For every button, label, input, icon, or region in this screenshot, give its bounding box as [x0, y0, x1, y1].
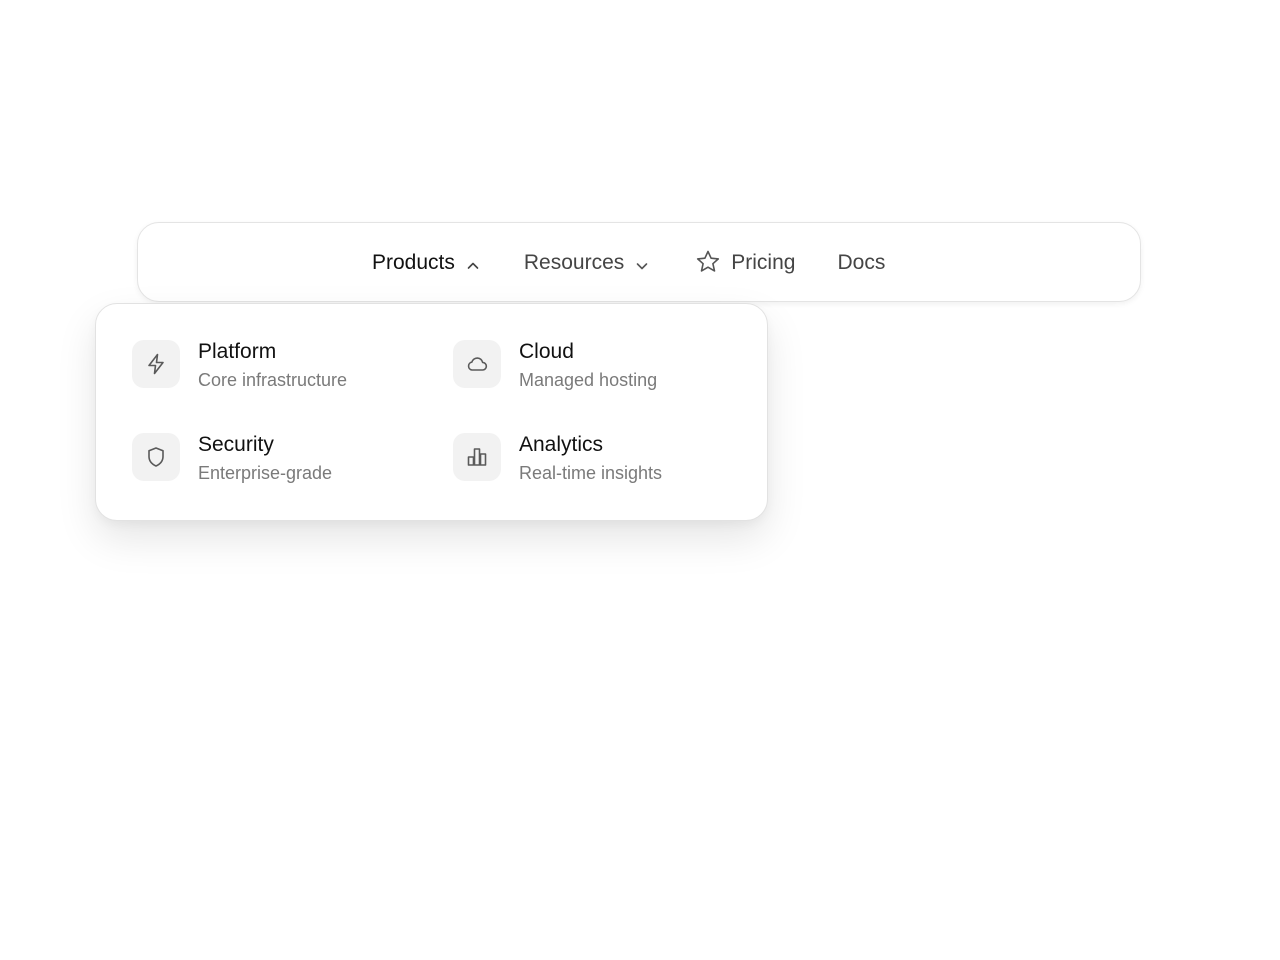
nav-item-label: Docs: [837, 250, 886, 274]
menu-item-cloud[interactable]: Cloud Managed hosting: [453, 340, 657, 391]
nav-item-resources[interactable]: Resources: [524, 252, 649, 273]
menu-item-text: Platform Core infrastructure: [198, 340, 347, 391]
lightning-icon: [132, 340, 180, 388]
menu-item-security[interactable]: Security Enterprise-grade: [132, 433, 332, 484]
menu-item-description: Managed hosting: [519, 370, 658, 390]
menu-item-text: Security Enterprise-grade: [198, 433, 332, 484]
menu-item-title: Security: [198, 433, 274, 456]
nav-items: Products Resources Pricing Docs: [372, 223, 885, 301]
menu-item-platform[interactable]: Platform Core infrastructure: [132, 340, 347, 391]
nav-item-pricing[interactable]: Pricing: [695, 249, 795, 275]
menu-item-text: Cloud Managed hosting: [519, 340, 657, 391]
menu-item-analytics[interactable]: Analytics Real-time insights: [453, 433, 662, 484]
page: Products Resources Pricing Docs Platform…: [0, 0, 1280, 960]
cloud-icon: [453, 340, 501, 388]
nav-item-products[interactable]: Products: [372, 252, 480, 273]
shield-icon: [132, 433, 180, 481]
menu-item-description: Core infrastructure: [198, 370, 348, 390]
menu-item-title: Platform: [198, 340, 277, 363]
menu-item-description: Real-time insights: [519, 463, 663, 483]
products-dropdown-menu: Platform Core infrastructure Cloud Manag…: [95, 303, 768, 521]
menu-item-text: Analytics Real-time insights: [519, 433, 662, 484]
nav-item-label: Products: [372, 250, 455, 274]
navigation-bar: Products Resources Pricing Docs: [137, 222, 1141, 302]
star-icon: [695, 249, 721, 275]
menu-item-title: Cloud: [519, 340, 574, 363]
chevron-up-icon: [466, 255, 480, 269]
bar-chart-icon: [453, 433, 501, 481]
chevron-down-icon: [635, 255, 649, 270]
nav-item-label: Pricing: [731, 250, 796, 274]
nav-item-docs[interactable]: Docs: [837, 252, 885, 273]
menu-item-title: Analytics: [519, 433, 604, 456]
nav-item-label: Resources: [523, 250, 625, 274]
menu-item-description: Enterprise-grade: [198, 463, 333, 483]
